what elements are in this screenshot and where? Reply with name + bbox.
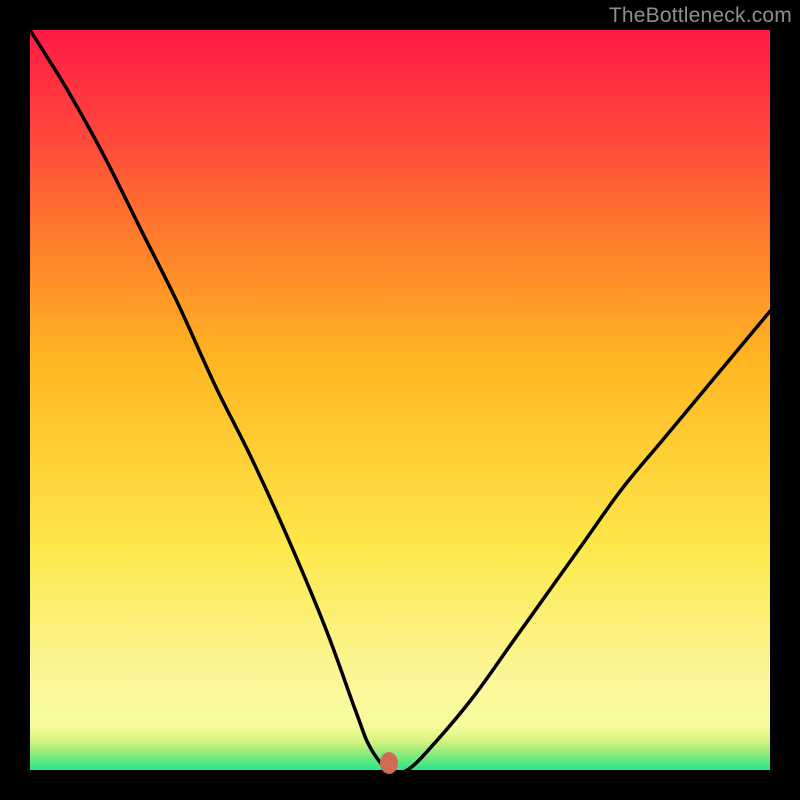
optimal-point-marker <box>380 752 398 774</box>
chart-frame: TheBottleneck.com <box>0 0 800 800</box>
watermark-text: TheBottleneck.com <box>609 4 792 28</box>
plot-area <box>30 30 770 770</box>
curve-svg <box>30 30 770 770</box>
bottleneck-curve <box>30 30 770 770</box>
